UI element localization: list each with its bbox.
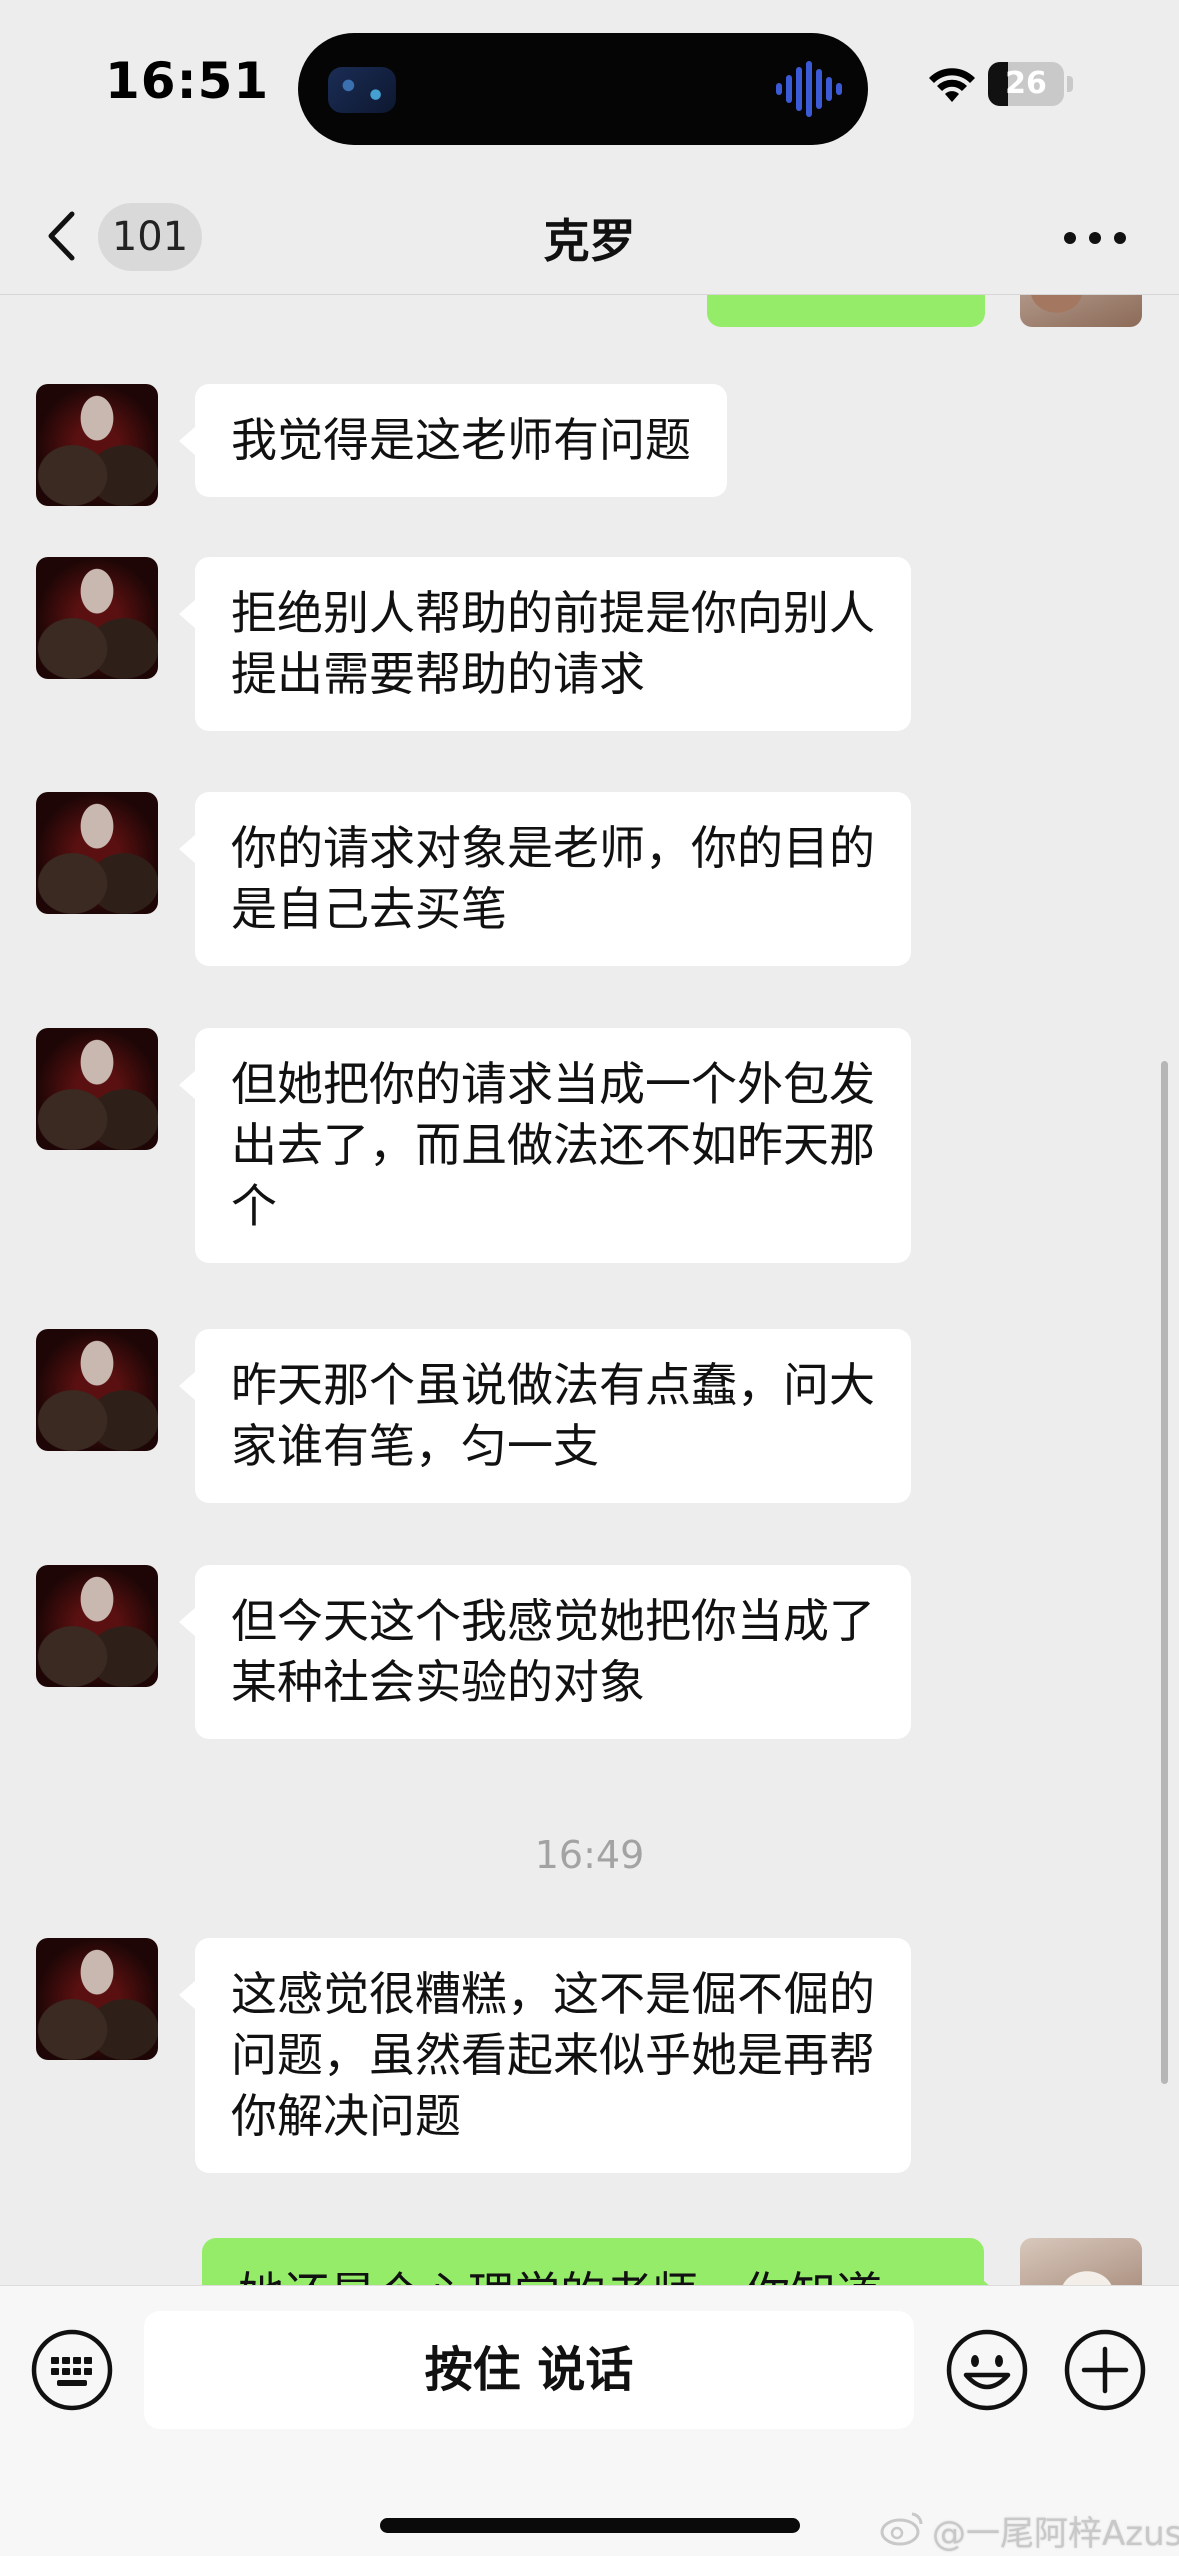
chat-header: 101 克罗 — [0, 175, 1179, 295]
message-bubble-contact[interactable]: 你的请求对象是老师，你的目的 是自己去买笔 — [179, 792, 911, 966]
more-dots-icon — [1064, 232, 1126, 244]
message-list[interactable]: 我觉得是这老师有问题 拒绝别人帮助的前提是你向别人 提出需要帮助的请求 你的请求… — [0, 295, 1179, 2285]
emoji-button[interactable] — [944, 2327, 1030, 2413]
status-bar: 16:51 26 — [0, 0, 1179, 175]
message-bubble-contact[interactable]: 我觉得是这老师有问题 — [179, 384, 727, 497]
audio-waveform-icon — [776, 61, 842, 117]
chat-scrollbar[interactable] — [1161, 1061, 1168, 2084]
avatar-contact[interactable] — [36, 557, 158, 679]
message-bubble-me[interactable]: 她还是个心理学的老师，你知道 — [202, 2238, 1000, 2285]
avatar-contact[interactable] — [36, 1329, 158, 1451]
dynamic-island — [298, 33, 868, 145]
keyboard-icon — [31, 2329, 113, 2411]
now-playing-artwork — [328, 67, 396, 113]
keyboard-toggle-button[interactable] — [29, 2327, 115, 2413]
message-bubble-contact[interactable]: 但今天这个我感觉她把你当成了 某种社会实验的对象 — [179, 1565, 911, 1739]
avatar-contact[interactable] — [36, 1565, 158, 1687]
unread-count-badge: 101 — [98, 203, 202, 271]
avatar-contact[interactable] — [36, 384, 158, 506]
timestamp-divider: 16:49 — [534, 1833, 645, 1877]
weibo-logo-icon — [880, 2512, 923, 2546]
avatar-contact[interactable] — [36, 792, 158, 914]
message-bubble-contact[interactable]: 但她把你的请求当成一个外包发 出去了，而且做法还不如昨天那 个 — [179, 1028, 911, 1263]
watermark-text: @一尾阿梓Azusa — [932, 2514, 1179, 2554]
hold-to-talk-button[interactable]: 按住 说话 — [144, 2311, 914, 2429]
back-button[interactable]: 101 — [40, 197, 210, 273]
more-options-button[interactable] — [1060, 213, 1130, 263]
more-features-button[interactable] — [1062, 2327, 1148, 2413]
message-bubble-contact[interactable]: 拒绝别人帮助的前提是你向别人 提出需要帮助的请求 — [179, 557, 911, 731]
avatar-me[interactable] — [1020, 295, 1142, 327]
avatar-contact[interactable] — [36, 1028, 158, 1150]
battery-percent: 26 — [1005, 66, 1047, 101]
home-indicator[interactable] — [380, 2518, 800, 2533]
avatar-contact[interactable] — [36, 1938, 158, 2060]
avatar-me[interactable] — [1020, 2238, 1142, 2285]
emoji-icon — [946, 2329, 1028, 2411]
message-bubble-me[interactable] — [707, 295, 985, 327]
message-bubble-contact[interactable]: 这感觉很糟糕，这不是倔不倔的 问题，虽然看起来似乎她是再帮 你解决问题 — [179, 1938, 911, 2173]
status-time: 16:51 — [105, 52, 270, 110]
message-bubble-contact[interactable]: 昨天那个虽说做法有点蠢，问大 家谁有笔，匀一支 — [179, 1329, 911, 1503]
chevron-left-icon — [48, 211, 75, 261]
plus-icon — [1064, 2329, 1146, 2411]
wifi-icon — [929, 68, 975, 102]
